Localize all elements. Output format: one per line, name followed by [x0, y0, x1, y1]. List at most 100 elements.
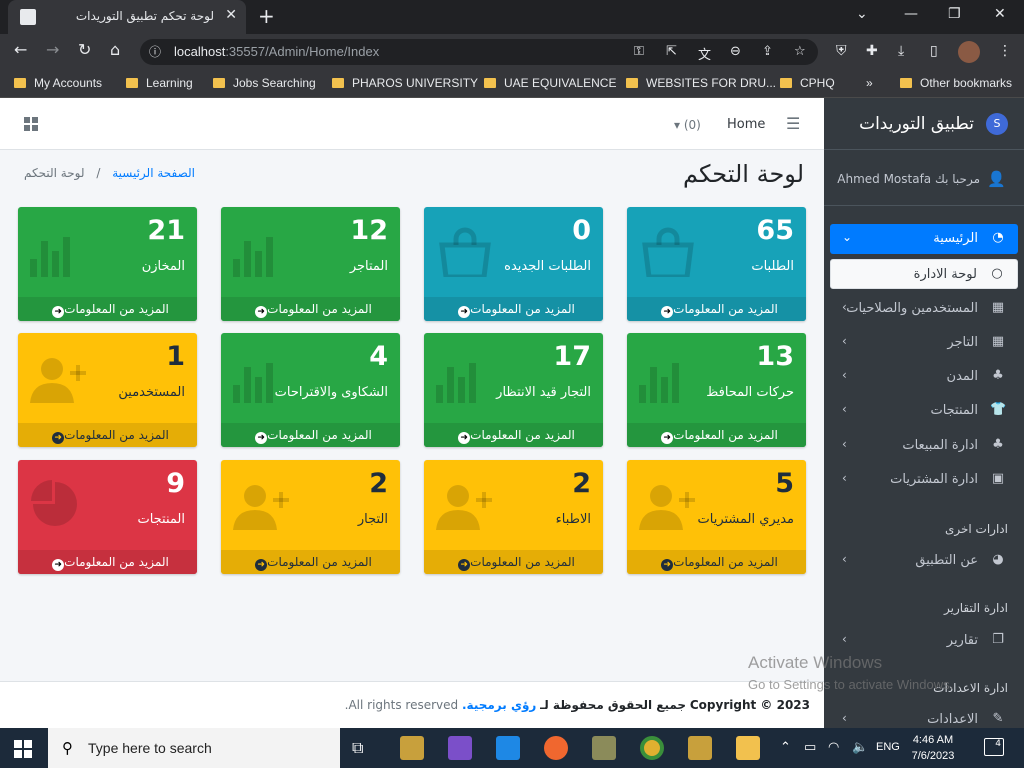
user-panel[interactable]: 👤 مرحبا بك Ahmed Mostafa [824, 150, 1024, 206]
taskbar-search[interactable]: ⚲ Type here to search [48, 728, 340, 768]
sidebar-item-reports[interactable]: ❐ تقارير ‹ [830, 626, 1018, 656]
chevron-up-icon[interactable]: ⌃ [780, 740, 791, 755]
site-info-icon[interactable]: ⓘ [149, 43, 161, 60]
bookmark-item[interactable]: PHAROS UNIVERSITY [332, 76, 478, 90]
bookmark-item[interactable]: CPHQ [780, 76, 835, 90]
chevron-down-icon: ⌄ [842, 230, 853, 244]
shield-extension-icon[interactable]: ⛨ [836, 43, 847, 59]
taskbar-clock[interactable]: 4:46 AM 7/6/2023 [908, 732, 958, 764]
search-placeholder: Type here to search [88, 740, 212, 756]
sidebar-header-other: ادارات اخرى [944, 522, 1008, 536]
hamburger-menu-icon[interactable]: ☰ [786, 114, 800, 133]
vscode-icon[interactable] [496, 736, 520, 760]
network-icon[interactable]: ▭ [804, 740, 816, 755]
more-info-link[interactable]: المزيد من المعلومات➜ [424, 550, 603, 574]
other-bookmarks[interactable]: Other bookmarks [900, 76, 1012, 90]
bookmarks-overflow[interactable]: » [866, 76, 873, 90]
user-plus-icon [28, 353, 90, 403]
more-info-link[interactable]: المزيد من المعلومات➜ [424, 297, 603, 321]
bookmark-item[interactable]: UAE EQUIVALENCE [484, 76, 616, 90]
visual-studio-icon[interactable] [448, 736, 472, 760]
minimize-icon[interactable]: — [904, 6, 918, 22]
more-info-link[interactable]: المزيد من المعلومات➜ [18, 423, 197, 447]
notification-center-icon[interactable]: 4 [984, 738, 1004, 756]
breadcrumb-home-link[interactable]: الصفحة الرئيسية [112, 166, 195, 180]
new-tab-icon[interactable]: + [258, 4, 275, 28]
bookmark-item[interactable]: Jobs Searching [213, 76, 316, 90]
app-icon-tools[interactable] [400, 736, 424, 760]
browser-toolbar: ← → ↻ ⌂ ⓘ localhost:35557/Admin/Home/Ind… [0, 34, 1024, 70]
sidebar-brand[interactable]: S تطبيق التوريدات [824, 98, 1024, 150]
arrow-circle-icon: ➜ [52, 559, 65, 571]
more-info-link[interactable]: المزيد من المعلومات➜ [627, 297, 806, 321]
kebab-menu-icon[interactable]: ⋮ [998, 43, 1012, 59]
download-icon[interactable]: ⤓ [898, 43, 904, 59]
sidebar-item-merchant[interactable]: ▦ التاجر ‹ [830, 328, 1018, 358]
stat-label: التجار قيد الانتظار [496, 385, 591, 400]
chrome-icon[interactable] [640, 736, 664, 760]
apps-grid-icon[interactable] [24, 117, 38, 131]
stat-card-stores: 12 المتاجر المزيد من المعلومات➜ [221, 207, 400, 321]
app-icon-tools-2[interactable] [592, 736, 616, 760]
stat-card-orders: 65 الطلبات المزيد من المعلومات➜ [627, 207, 806, 321]
stat-label: مديري المشتريات [697, 512, 794, 527]
volume-icon[interactable]: 🔈 [852, 740, 868, 755]
arrow-circle-icon: ➜ [255, 432, 268, 444]
bookmark-item[interactable]: My Accounts [14, 76, 102, 90]
arrow-circle-icon: ➜ [661, 559, 674, 571]
bookmark-star-icon[interactable]: ☆ [794, 44, 806, 59]
sidebar-item-about[interactable]: ◕ عن التطبيق ‹ [830, 546, 1018, 576]
file-explorer-icon[interactable] [736, 736, 760, 760]
footer-brand-link[interactable]: رؤي برمجية. [462, 698, 536, 712]
chevron-left-icon: ‹ [842, 632, 847, 646]
more-info-link[interactable]: المزيد من المعلومات➜ [221, 550, 400, 574]
sidebar-item-cities[interactable]: ♣ المدن ‹ [830, 362, 1018, 392]
sidebar-item-sales[interactable]: ♣ ادارة المبيعات ‹ [830, 431, 1018, 461]
back-icon[interactable]: ← [14, 40, 27, 59]
sidebar-item-users-permissions[interactable]: ▦ المستخدمين والصلاحيات ‹ [830, 294, 1018, 324]
open-in-app-icon[interactable]: ⇱ [666, 44, 677, 59]
stat-label: المستخدمين [118, 385, 185, 400]
nav-home-link[interactable]: Home [727, 117, 765, 132]
address-bar[interactable]: ⓘ localhost:35557/Admin/Home/Index ⚿ ⇱ 文… [140, 39, 818, 65]
more-info-link[interactable]: المزيد من المعلومات➜ [627, 550, 806, 574]
window-close-icon[interactable]: ✕ [994, 6, 1006, 22]
tab-search-icon[interactable]: ⌄ [856, 6, 868, 22]
share-icon[interactable]: ⇪ [762, 44, 773, 59]
postman-icon[interactable] [544, 736, 568, 760]
extensions-puzzle-icon[interactable]: ✚ [866, 43, 878, 59]
home-icon[interactable]: ⌂ [110, 40, 120, 59]
reload-icon[interactable]: ↻ [78, 40, 91, 59]
tab-close-icon[interactable]: ✕ [225, 7, 237, 23]
profile-avatar[interactable] [958, 41, 980, 63]
sidebar-item-admin-dashboard[interactable]: ○ لوحة الادارة [830, 259, 1018, 289]
more-info-link[interactable]: المزيد من المعلومات➜ [18, 297, 197, 321]
more-info-link[interactable]: المزيد من المعلومات➜ [18, 550, 197, 574]
windows-start-icon[interactable] [14, 740, 32, 758]
forward-icon[interactable]: → [46, 40, 59, 59]
more-info-link[interactable]: المزيد من المعلومات➜ [221, 423, 400, 447]
language-indicator[interactable]: ENG [876, 741, 900, 753]
app-icon-tools-3[interactable] [688, 736, 712, 760]
sidebar-item-home[interactable]: ◔ الرئيسية ⌄ [830, 224, 1018, 254]
bookmark-item[interactable]: WEBSITES FOR DRU... [626, 76, 776, 90]
more-info-link[interactable]: المزيد من المعلومات➜ [221, 297, 400, 321]
sidebar-item-products[interactable]: 👕 المنتجات ‹ [830, 396, 1018, 426]
restore-icon[interactable]: ❐ [948, 6, 961, 22]
sidebar: S تطبيق التوريدات 👤 مرحبا بك Ahmed Mosta… [824, 98, 1024, 728]
browser-tab[interactable]: لوحة تحكم تطبيق التوريدات ✕ [8, 0, 246, 34]
stat-label: التجار [357, 512, 388, 527]
notifications-dropdown[interactable]: ▾ (0) [674, 118, 701, 132]
task-view-icon[interactable]: ⧉ [352, 738, 363, 758]
zoom-icon[interactable]: ⊖ [730, 44, 741, 59]
more-info-link[interactable]: المزيد من المعلومات➜ [424, 423, 603, 447]
key-icon[interactable]: ⚿ [634, 44, 644, 59]
wifi-icon[interactable]: ◠ [828, 740, 839, 755]
more-info-link[interactable]: المزيد من المعلومات➜ [627, 423, 806, 447]
sidebar-item-purchases[interactable]: ▣ ادارة المشتريات ‹ [830, 465, 1018, 495]
activate-windows-title: Activate Windows [748, 653, 883, 672]
translate-icon[interactable]: 文 [698, 44, 711, 63]
shopping-bag-icon [434, 227, 496, 280]
side-panel-icon[interactable]: ▯ [930, 43, 938, 59]
bookmark-item[interactable]: Learning [126, 76, 193, 90]
